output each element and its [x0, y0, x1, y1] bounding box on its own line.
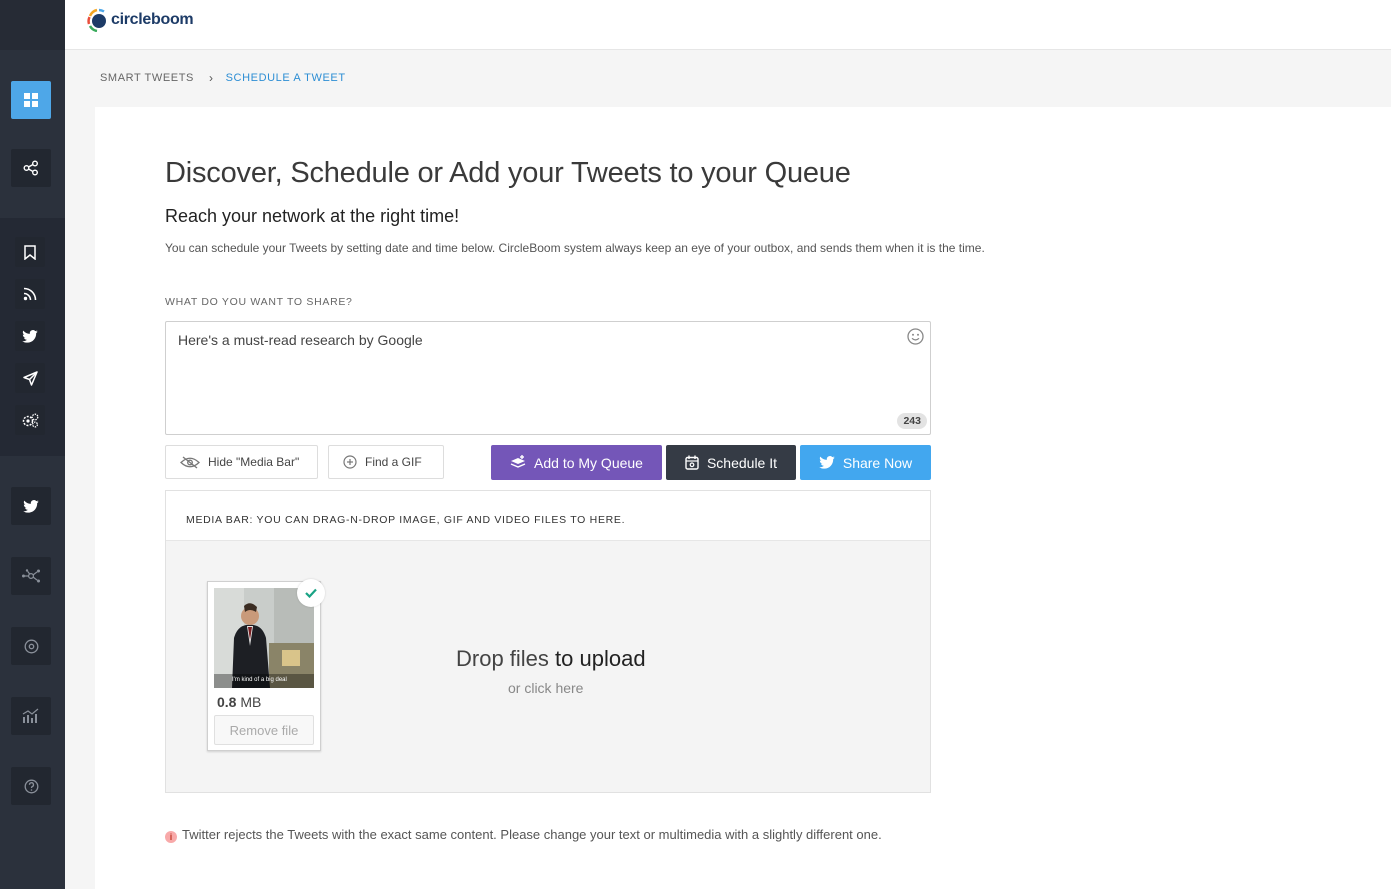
add-to-queue-button[interactable]: Add to My Queue — [491, 445, 662, 480]
sidebar-item-circle[interactable] — [11, 627, 51, 665]
page-title: Discover, Schedule or Add your Tweets to… — [165, 157, 851, 189]
layers-plus-icon — [510, 455, 526, 468]
chart-icon — [22, 708, 39, 723]
sidebar-item-analytics[interactable] — [11, 697, 51, 735]
main-card: Discover, Schedule or Add your Tweets to… — [95, 107, 1391, 889]
app-logo[interactable]: circleboom — [87, 8, 194, 32]
eye-slash-icon — [180, 455, 200, 469]
uploaded-file-card: I'm kind of a big deal 0.8 MB Remove fil… — [207, 579, 325, 751]
share-now-button[interactable]: Share Now — [800, 445, 931, 480]
dashboard-icon — [24, 93, 38, 107]
hide-media-bar-button[interactable]: Hide "Media Bar" — [165, 445, 318, 479]
page-subtitle: Reach your network at the right time! — [165, 206, 460, 226]
file-size-value: 0.8 — [217, 694, 237, 710]
help-icon — [24, 779, 38, 793]
sidebar-item-rss[interactable] — [15, 279, 45, 309]
file-size-unit: MB — [240, 694, 262, 710]
rss-icon — [23, 287, 37, 301]
sidebar-item-network[interactable] — [11, 557, 51, 595]
share-icon — [23, 160, 38, 176]
warning-text: Twitter rejects the Tweets with the exac… — [182, 827, 882, 842]
tweet-textarea[interactable] — [178, 332, 878, 348]
sidebar-item-share[interactable] — [11, 149, 51, 187]
drop-text-b: to upload — [555, 646, 646, 671]
sidebar-item-settings[interactable] — [15, 405, 45, 435]
network-icon — [22, 569, 40, 583]
schedule-it-label: Schedule It — [706, 454, 778, 471]
drop-files-title: Drop files to upload — [456, 646, 646, 672]
top-header: circleboom — [65, 0, 1391, 50]
calendar-icon — [685, 455, 699, 470]
twitter-icon — [22, 329, 38, 343]
plus-circle-icon — [343, 455, 357, 469]
breadcrumb-schedule-tweet[interactable]: SCHEDULE A TWEET — [226, 72, 346, 84]
click-here-link[interactable]: or click here — [508, 680, 583, 696]
twitter-icon — [23, 499, 39, 513]
drop-text-a: Drop files — [456, 646, 549, 671]
info-icon: i — [165, 831, 177, 843]
char-counter: 243 — [897, 413, 927, 429]
sidebar-item-twitter-account[interactable] — [11, 487, 51, 525]
media-dropzone[interactable]: I'm kind of a big deal 0.8 MB Remove fil… — [166, 541, 930, 792]
tweet-compose-box[interactable]: 243 — [165, 321, 931, 435]
share-now-label: Share Now — [842, 454, 913, 471]
sidebar-item-send[interactable] — [15, 363, 45, 393]
find-gif-label: Find a GIF — [365, 455, 422, 469]
twitter-icon — [819, 456, 835, 469]
chevron-right-icon: › — [209, 71, 214, 85]
circleboom-logo-icon — [87, 8, 106, 32]
breadcrumb: SMART TWEETS › SCHEDULE A TWEET — [100, 71, 346, 85]
remove-file-button[interactable]: Remove file — [214, 715, 314, 745]
emoji-icon[interactable] — [907, 328, 924, 350]
file-size: 0.8 MB — [217, 694, 261, 710]
breadcrumb-smart-tweets[interactable]: SMART TWEETS — [100, 72, 194, 84]
file-thumbnail: I'm kind of a big deal — [214, 588, 314, 688]
hide-media-bar-label: Hide "Media Bar" — [208, 455, 300, 469]
find-gif-button[interactable]: Find a GIF — [328, 445, 444, 479]
add-to-queue-label: Add to My Queue — [534, 454, 643, 471]
bookmark-icon — [24, 244, 36, 260]
sidebar-item-bookmarks[interactable] — [15, 237, 45, 267]
sidebar-item-help[interactable] — [11, 767, 51, 805]
checkmark-icon — [305, 588, 317, 598]
settings-icon — [22, 413, 38, 428]
media-bar-header: MEDIA BAR: YOU CAN DRAG-N-DROP IMAGE, GI… — [166, 491, 930, 541]
send-icon — [22, 370, 38, 386]
logo-text: circleboom — [111, 11, 194, 28]
schedule-it-button[interactable]: Schedule It — [666, 445, 796, 480]
sidebar-top — [0, 0, 65, 50]
duplicate-warning: i Twitter rejects the Tweets with the exa… — [165, 825, 935, 845]
sidebar-item-dashboard[interactable] — [11, 81, 51, 119]
sidebar — [0, 0, 65, 889]
sidebar-item-twitter[interactable] — [15, 321, 45, 351]
upload-success-badge — [297, 579, 325, 607]
media-bar: MEDIA BAR: YOU CAN DRAG-N-DROP IMAGE, GI… — [165, 490, 931, 793]
page-description: You can schedule your Tweets by setting … — [165, 241, 985, 255]
thumbnail-caption: I'm kind of a big deal — [232, 677, 287, 683]
share-label: WHAT DO YOU WANT TO SHARE? — [165, 296, 353, 308]
circle-icon — [24, 639, 38, 653]
